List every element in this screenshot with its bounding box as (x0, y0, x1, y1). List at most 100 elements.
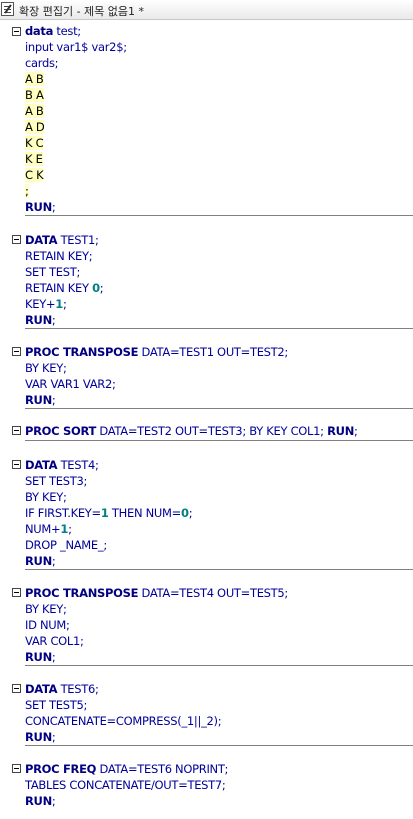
code-line[interactable]: RUN; (25, 392, 56, 408)
code-line[interactable]: BY KEY; (25, 601, 67, 617)
code-text: BY KEY; (25, 602, 67, 616)
code-line[interactable]: A B (25, 103, 44, 119)
code-text: TEST6; (57, 682, 99, 696)
code-line[interactable]: C K (25, 167, 44, 183)
code-line[interactable]: ; (25, 183, 29, 199)
code-line[interactable]: cards; (25, 55, 59, 71)
cards-data-row: A D (25, 120, 45, 134)
code-line[interactable]: RETAIN KEY 0; (25, 280, 104, 296)
code-line[interactable]: VAR COL1; (25, 633, 84, 649)
code-text: ; (51, 730, 56, 744)
collapse-toggle-icon[interactable] (12, 27, 21, 36)
code-text: NUM+ (25, 522, 61, 536)
cards-data-row: C K (25, 168, 44, 182)
block-separator (25, 745, 413, 746)
code-text: DATA=TEST1 OUT=TEST2; (138, 345, 289, 359)
code-line[interactable]: DATA TEST4; (25, 457, 99, 473)
block-separator (25, 665, 413, 666)
code-keyword: DATA (25, 682, 58, 696)
code-line[interactable]: NUM+1; (25, 521, 72, 537)
code-line[interactable]: TABLES CONCATENATE/OUT=TEST7; (25, 777, 226, 793)
code-line[interactable]: K C (25, 135, 44, 151)
block-separator (25, 328, 413, 329)
collapse-toggle-icon[interactable] (12, 426, 21, 435)
code-keyword: RUN (25, 554, 52, 568)
code-text: ; (51, 200, 56, 214)
code-text: test; (53, 24, 81, 38)
code-keyword: DATA (25, 233, 58, 247)
code-text: KEY+ (25, 297, 56, 311)
code-text: RETAIN KEY (25, 281, 93, 295)
code-line[interactable]: PROC TRANSPOSE DATA=TEST1 OUT=TEST2; (25, 344, 288, 360)
code-line[interactable]: DATA TEST6; (25, 681, 99, 697)
code-line[interactable]: SET TEST; (25, 264, 80, 280)
code-line[interactable]: IF FIRST.KEY=1 THEN NUM=0; (25, 505, 193, 521)
code-line[interactable]: RUN; (25, 553, 56, 569)
code-line[interactable]: SET TEST3; (25, 473, 87, 489)
collapse-toggle-icon[interactable] (12, 684, 21, 693)
collapse-toggle-icon[interactable] (12, 588, 21, 597)
code-text: DATA=TEST4 OUT=TEST5; (138, 586, 289, 600)
code-keyword: PROC FREQ (25, 762, 97, 776)
code-line[interactable]: RUN; (25, 199, 56, 215)
code-line[interactable]: PROC FREQ DATA=TEST6 NOPRINT; (25, 761, 228, 777)
code-text: ; (62, 297, 67, 311)
code-line[interactable]: DROP _NAME_; (25, 537, 107, 553)
code-line[interactable]: VAR VAR1 VAR2; (25, 376, 116, 392)
code-text: input var1$ var2$; (25, 40, 127, 54)
code-line[interactable]: ID NUM; (25, 617, 70, 633)
cards-data-row: K C (25, 136, 44, 150)
code-line[interactable]: A B (25, 71, 44, 87)
code-line[interactable]: RUN; (25, 729, 56, 745)
code-line[interactable]: BY KEY; (25, 360, 67, 376)
code-line[interactable]: B A (25, 87, 44, 103)
code-line[interactable]: data test; (25, 23, 81, 39)
code-keyword: RUN (25, 313, 52, 327)
code-line[interactable]: K E (25, 151, 43, 167)
code-text: THEN NUM= (108, 506, 181, 520)
code-number: 0 (92, 281, 100, 295)
code-keyword: RUN (25, 730, 52, 744)
code-line[interactable]: BY KEY; (25, 489, 67, 505)
code-number: 1 (60, 522, 69, 536)
code-text: ; (188, 506, 193, 520)
code-line[interactable]: RETAIN KEY; (25, 248, 93, 264)
code-number: 1 (100, 506, 109, 520)
code-line[interactable]: PROC TRANSPOSE DATA=TEST4 OUT=TEST5; (25, 585, 288, 601)
code-line[interactable]: DATA TEST1; (25, 232, 99, 248)
code-keyword: PROC TRANSPOSE (25, 586, 139, 600)
code-text: VAR COL1; (25, 634, 84, 648)
code-line[interactable]: input var1$ var2$; (25, 39, 127, 55)
cards-data-row: ; (25, 184, 29, 198)
code-text: ; (51, 313, 56, 327)
code-text: SET TEST; (25, 265, 81, 279)
code-text: BY KEY; (25, 361, 67, 375)
collapse-toggle-icon[interactable] (12, 347, 21, 356)
code-line[interactable]: A D (25, 119, 45, 135)
code-keyword: RUN (25, 650, 52, 664)
block-separator (25, 440, 413, 441)
code-text: ; (51, 393, 56, 407)
code-keyword: RUN (327, 424, 355, 438)
code-text: DROP _NAME_; (25, 538, 107, 552)
code-line[interactable]: CONCATENATE=COMPRESS(_1||_2); (25, 713, 222, 729)
cards-data-row: K E (25, 152, 43, 166)
collapse-toggle-icon[interactable] (12, 764, 21, 773)
cards-data-row: B A (25, 88, 44, 102)
collapse-toggle-icon[interactable] (12, 235, 21, 244)
code-text: IF FIRST.KEY= (25, 506, 101, 520)
code-number: 0 (180, 506, 189, 520)
cards-data-row: A B (25, 104, 44, 118)
code-line[interactable]: KEY+1; (25, 296, 67, 312)
code-line[interactable]: RUN; (25, 312, 56, 328)
code-text: CONCATENATE=COMPRESS(_1||_2); (25, 714, 222, 728)
code-keyword: PROC SORT (25, 424, 97, 438)
code-line[interactable]: RUN; (25, 649, 56, 665)
code-line[interactable]: RUN; (25, 793, 56, 809)
code-text: ID NUM; (25, 618, 70, 632)
code-line[interactable]: PROC SORT DATA=TEST2 OUT=TEST3; BY KEY C… (25, 423, 358, 439)
code-line[interactable]: SET TEST5; (25, 697, 87, 713)
code-text: VAR VAR1 VAR2; (25, 377, 116, 391)
collapse-toggle-icon[interactable] (12, 460, 21, 469)
code-keyword: DATA (25, 458, 58, 472)
